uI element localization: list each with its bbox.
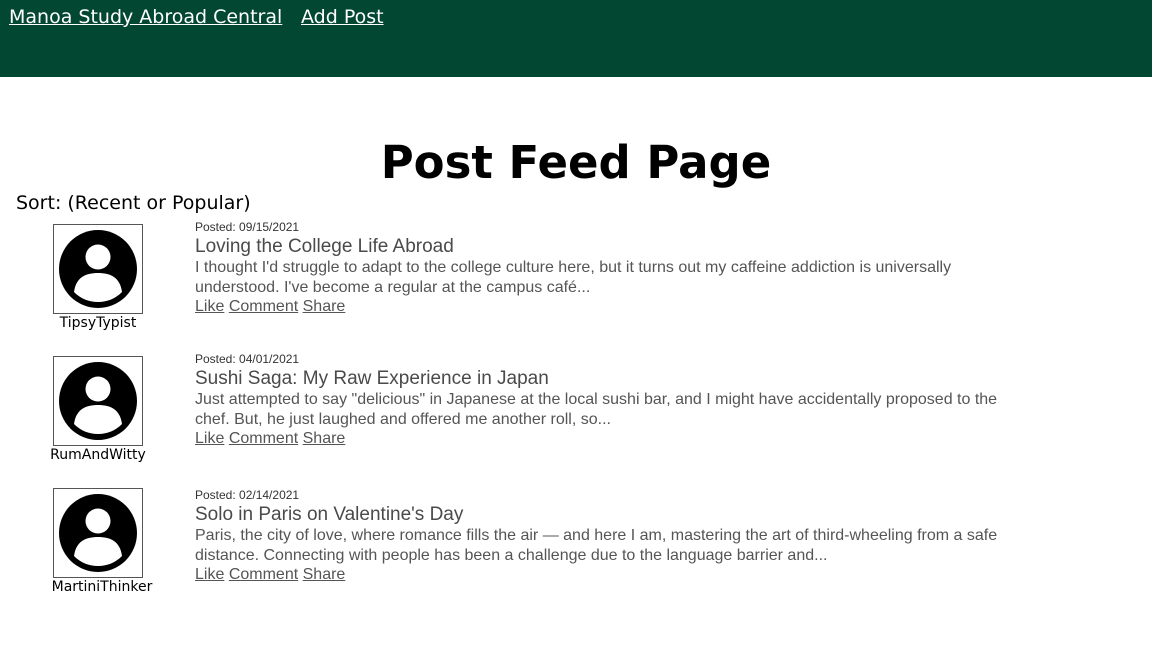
post-title: Sushi Saga: My Raw Experience in Japan <box>195 368 549 389</box>
post-date: Posted: 04/01/2021 <box>195 352 300 366</box>
post-card: MartiniThinker Posted: 02/14/2021 Solo i… <box>0 488 1152 608</box>
post-excerpt: Paris, the city of love, where romance f… <box>195 527 998 564</box>
like-link[interactable]: Like <box>195 298 224 315</box>
like-link[interactable]: Like <box>195 430 224 447</box>
sort-label: Sort: (Recent or Popular) <box>16 192 251 214</box>
post-author: TipsyTypist <box>59 315 137 331</box>
post-actions: Like Comment Share <box>195 297 345 317</box>
post-author: RumAndWitty <box>50 447 146 463</box>
post-date: Posted: 09/15/2021 <box>195 220 300 234</box>
user-avatar-icon <box>59 362 137 440</box>
user-avatar-icon <box>53 488 143 578</box>
post-card: TipsyTypist Posted: 09/15/2021 Loving th… <box>0 220 1152 344</box>
comment-link[interactable]: Comment <box>229 566 298 583</box>
post-title: Solo in Paris on Valentine's Day <box>195 504 464 525</box>
user-avatar-icon <box>59 494 137 572</box>
nav-brand-link[interactable]: Manoa Study Abroad Central <box>9 5 282 29</box>
post-date: Posted: 02/14/2021 <box>195 488 300 502</box>
post-title: Loving the College Life Abroad <box>195 236 454 257</box>
post-excerpt: Just attempted to say "delicious" in Jap… <box>195 391 998 428</box>
like-link[interactable]: Like <box>195 566 224 583</box>
comment-link[interactable]: Comment <box>229 298 298 315</box>
user-avatar-icon <box>53 356 143 446</box>
post-author: MartiniThinker <box>51 579 153 595</box>
post-actions: Like Comment Share <box>195 429 345 449</box>
post-card: RumAndWitty Posted: 04/01/2021 Sushi Sag… <box>0 352 1152 476</box>
add-post-link[interactable]: Add Post <box>301 5 384 29</box>
user-avatar-icon <box>53 224 143 314</box>
post-actions: Like Comment Share <box>195 565 345 585</box>
share-link[interactable]: Share <box>303 298 346 315</box>
share-link[interactable]: Share <box>303 430 346 447</box>
navbar: Manoa Study Abroad Central Add Post <box>0 0 1152 77</box>
post-excerpt: I thought I'd struggle to adapt to the c… <box>195 259 952 296</box>
user-avatar-icon <box>59 230 137 308</box>
share-link[interactable]: Share <box>303 566 346 583</box>
comment-link[interactable]: Comment <box>229 430 298 447</box>
page-title: Post Feed Page <box>380 136 772 189</box>
